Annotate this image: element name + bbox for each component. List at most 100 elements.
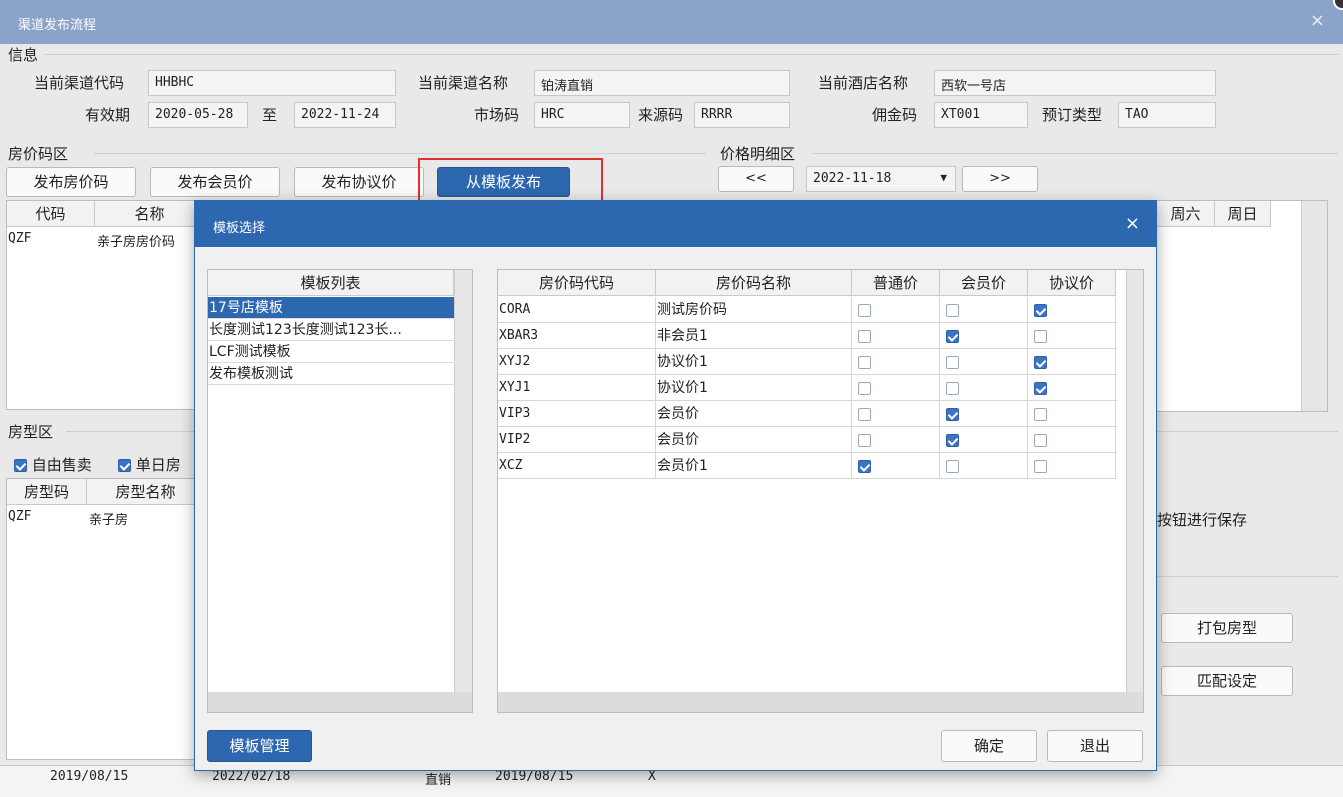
rate-code-cell: VIP3: [498, 401, 656, 427]
market-field[interactable]: HRC: [534, 102, 630, 128]
confirm-button[interactable]: 确定: [941, 730, 1037, 762]
template-list-body: 17号店模板 长度测试123长度测试123长... LCF测试模板 发布模板测试: [208, 297, 454, 385]
member-price-checkbox[interactable]: [946, 303, 959, 317]
col-sunday: 周日: [1215, 201, 1271, 227]
valid-to-field[interactable]: 2022-11-24: [294, 102, 396, 128]
prev-date-button[interactable]: <<: [718, 166, 794, 192]
source-label: 来源码: [638, 106, 684, 124]
normal-price-checkbox[interactable]: [858, 303, 871, 317]
member-price-checkbox[interactable]: [946, 381, 959, 395]
booking-type-field[interactable]: TAO: [1118, 102, 1216, 128]
rate-name-cell: 协议价1: [656, 349, 852, 375]
dialog-close-icon[interactable]: ×: [1125, 213, 1140, 234]
agreement-price-checkbox-cell: [1028, 427, 1116, 453]
rate-name-cell: 会员价: [656, 401, 852, 427]
rate-name-cell: 非会员1: [656, 323, 852, 349]
member-price-checkbox[interactable]: [946, 433, 959, 447]
rate-row-code[interactable]: QZF: [8, 231, 93, 246]
agreement-price-checkbox[interactable]: [1034, 355, 1047, 369]
close-icon[interactable]: ×: [1310, 10, 1325, 31]
table-row[interactable]: XYJ2 协议价1: [498, 349, 1117, 375]
room-row-name[interactable]: 亲子房: [89, 509, 205, 528]
normal-price-checkbox-cell: [852, 323, 940, 349]
hotel-name-field[interactable]: 西软一号店: [934, 70, 1216, 96]
dialog-titlebar: 模板选择 ×: [195, 201, 1156, 247]
template-list-item[interactable]: 17号店模板: [208, 297, 454, 319]
free-sale-checkbox[interactable]: 自由售卖: [14, 454, 92, 475]
publish-from-template-button[interactable]: 从模板发布: [437, 167, 570, 197]
rate-area-title: 房价码区: [8, 145, 69, 163]
exit-button[interactable]: 退出: [1047, 730, 1143, 762]
agreement-price-checkbox[interactable]: [1034, 433, 1047, 447]
publish-rate-code-button[interactable]: 发布房价码: [6, 167, 136, 197]
table-row[interactable]: XYJ1 协议价1: [498, 375, 1117, 401]
date-select[interactable]: 2022-11-18 ▼: [806, 166, 956, 192]
normal-price-checkbox[interactable]: [858, 329, 871, 343]
normal-price-checkbox-cell: [852, 375, 940, 401]
rate-table-vscroll[interactable]: [1126, 270, 1143, 692]
single-day-checkbox[interactable]: 单日房: [118, 454, 181, 475]
publish-agreement-price-button[interactable]: 发布协议价: [294, 167, 424, 197]
normal-price-checkbox[interactable]: [858, 433, 871, 447]
rate-code-table: 代码 名称 QZF 亲子房房价码: [6, 200, 206, 410]
template-list-hscroll[interactable]: [208, 692, 472, 712]
price-grid-scrollbar[interactable]: [1301, 201, 1327, 411]
rate-code-cell: XYJ2: [498, 349, 656, 375]
commission-field[interactable]: XT001: [934, 102, 1028, 128]
package-room-button[interactable]: 打包房型: [1161, 613, 1293, 643]
price-detail-grid: 周六 周日: [1156, 200, 1328, 412]
agreement-price-checkbox-cell: [1028, 401, 1116, 427]
template-list-item[interactable]: LCF测试模板: [208, 341, 454, 363]
channel-name-field[interactable]: 铂涛直销: [534, 70, 790, 96]
agreement-price-checkbox[interactable]: [1034, 407, 1047, 421]
table-row[interactable]: VIP3 会员价: [498, 401, 1117, 427]
channel-code-field[interactable]: HHBHC: [148, 70, 396, 96]
rate-code-cell: CORA: [498, 297, 656, 323]
normal-price-checkbox[interactable]: [858, 355, 871, 369]
valid-from-field[interactable]: 2020-05-28: [148, 102, 248, 128]
template-list: 模板列表 17号店模板 长度测试123长度测试123长... LCF测试模板 发布模板…: [207, 269, 473, 713]
rate-row-name[interactable]: 亲子房房价码: [97, 231, 205, 250]
agreement-price-checkbox[interactable]: [1034, 459, 1047, 473]
single-day-check-icon: [118, 459, 131, 472]
free-sale-label: 自由售卖: [31, 456, 92, 474]
next-date-button[interactable]: >>: [962, 166, 1038, 192]
normal-price-checkbox-cell: [852, 401, 940, 427]
rate-name-cell: 协议价1: [656, 375, 852, 401]
rate-code-cell: XCZ: [498, 453, 656, 479]
room-row-code[interactable]: QZF: [8, 509, 86, 524]
agreement-price-checkbox-cell: [1028, 323, 1116, 349]
template-list-item[interactable]: 长度测试123长度测试123长...: [208, 319, 454, 341]
rate-table-hscroll[interactable]: [498, 692, 1143, 712]
rate-name-cell: 会员价: [656, 427, 852, 453]
date-select-value: 2022-11-18: [813, 171, 892, 186]
template-list-vscroll[interactable]: [454, 270, 472, 692]
publish-member-price-button[interactable]: 发布会员价: [150, 167, 280, 197]
agreement-price-checkbox[interactable]: [1034, 303, 1047, 317]
agreement-price-checkbox[interactable]: [1034, 329, 1047, 343]
member-price-checkbox[interactable]: [946, 329, 959, 343]
table-row[interactable]: XCZ 会员价1: [498, 453, 1117, 479]
rate-col-name: 名称: [95, 201, 205, 227]
member-price-checkbox[interactable]: [946, 407, 959, 421]
normal-price-checkbox[interactable]: [858, 407, 871, 421]
table-row[interactable]: CORA 测试房价码: [498, 297, 1117, 323]
table-row[interactable]: VIP2 会员价: [498, 427, 1117, 453]
normal-price-checkbox[interactable]: [858, 381, 871, 395]
normal-price-checkbox[interactable]: [858, 459, 871, 473]
member-price-checkbox-cell: [940, 297, 1028, 323]
member-price-checkbox[interactable]: [946, 459, 959, 473]
template-list-item[interactable]: 发布模板测试: [208, 363, 454, 385]
channel-name-label: 当前渠道名称: [418, 74, 509, 92]
member-price-checkbox[interactable]: [946, 355, 959, 369]
template-manage-button[interactable]: 模板管理: [207, 730, 312, 762]
window-titlebar: 渠道发布流程 ×: [0, 0, 1343, 44]
source-field[interactable]: RRRR: [694, 102, 790, 128]
commission-label: 佣金码: [872, 106, 918, 124]
free-sale-check-icon: [14, 459, 27, 472]
agreement-price-checkbox[interactable]: [1034, 381, 1047, 395]
channel-code-label: 当前渠道代码: [34, 74, 125, 92]
table-row[interactable]: XBAR3 非会员1: [498, 323, 1117, 349]
save-hint-text: 按钮进行保存: [1157, 511, 1248, 529]
match-settings-button[interactable]: 匹配设定: [1161, 666, 1293, 696]
